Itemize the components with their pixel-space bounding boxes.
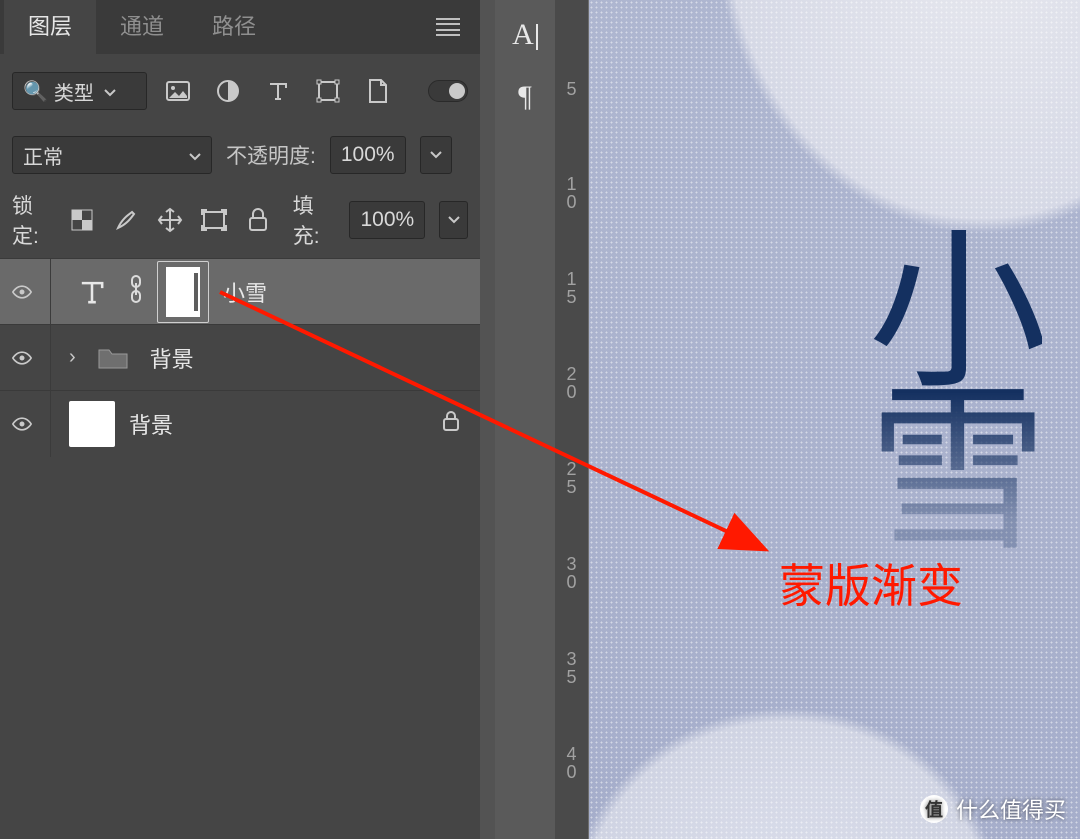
layer-filter-row: 🔍 类型 (0, 54, 480, 128)
link-icon (129, 274, 143, 309)
ruler-tick: 5 (555, 80, 588, 98)
blend-row: 正常 不透明度: 100% (0, 128, 480, 182)
ruler-tick: 40 (555, 745, 588, 781)
lock-icons (69, 207, 271, 233)
opacity-value: 100% (341, 143, 395, 167)
ruler-tick: 20 (555, 365, 588, 401)
pilcrow-icon[interactable]: ¶ (518, 80, 532, 114)
fill-label: 填充: (293, 190, 336, 250)
lock-transparency-icon[interactable] (69, 207, 95, 233)
filter-pixel-icon[interactable] (165, 78, 191, 104)
ruler-tick: 15 (555, 270, 588, 306)
filter-icons-row (165, 78, 391, 104)
panel-tab-bar: 图层 通道 路径 (0, 0, 480, 54)
layers-list: 小雪 › 背景 背景 (0, 258, 480, 839)
fill-stepper[interactable] (439, 201, 468, 239)
layer-row-bg[interactable]: 背景 (0, 390, 480, 456)
tab-paths[interactable]: 路径 (188, 0, 280, 54)
folder-icon (90, 335, 136, 381)
filter-type-select[interactable]: 🔍 类型 (12, 72, 147, 110)
filter-type-icon[interactable] (265, 78, 291, 104)
search-icon: 🔍 (23, 79, 48, 104)
layer-row-text[interactable]: 小雪 (0, 258, 480, 324)
chevron-down-icon (189, 144, 201, 167)
lock-label: 锁定: (12, 190, 55, 250)
canvas-text: 小 雪 (868, 230, 1042, 554)
lock-position-icon[interactable] (157, 207, 183, 233)
ruler-tick: 35 (555, 650, 588, 686)
chevron-down-icon (104, 80, 116, 103)
fill-value: 100% (360, 208, 414, 232)
layer-mask-thumb[interactable] (157, 261, 209, 323)
canvas-area: 5 10 15 20 25 30 35 40 小 雪 蒙版渐变 值 什么值得买 (555, 0, 1080, 839)
expand-toggle-icon[interactable]: › (69, 346, 76, 369)
annotation-text: 蒙版渐变 (779, 550, 963, 616)
ruler-tick: 25 (555, 460, 588, 496)
visibility-icon[interactable] (12, 416, 32, 432)
panel-menu-icon[interactable] (436, 18, 460, 36)
fill-input[interactable]: 100% (349, 201, 425, 239)
visibility-icon[interactable] (12, 284, 32, 300)
opacity-input[interactable]: 100% (330, 136, 406, 174)
vertical-ruler: 5 10 15 20 25 30 35 40 (555, 0, 589, 839)
visibility-icon[interactable] (12, 350, 32, 366)
filter-shape-icon[interactable] (315, 78, 341, 104)
layer-name: 背景 (129, 408, 173, 440)
blend-mode-value: 正常 (23, 141, 63, 170)
layer-row-group[interactable]: › 背景 (0, 324, 480, 390)
filter-type-label: 类型 (54, 77, 94, 106)
ruler-tick: 10 (555, 175, 588, 211)
lock-icon (442, 410, 460, 437)
lock-all-icon[interactable] (245, 207, 271, 233)
filter-adjustment-icon[interactable] (215, 78, 241, 104)
opacity-stepper[interactable] (420, 136, 452, 174)
watermark-text: 什么值得买 (956, 793, 1066, 825)
lock-pixels-icon[interactable] (113, 207, 139, 233)
ruler-tick: 30 (555, 555, 588, 591)
watermark: 值 什么值得买 (920, 793, 1066, 825)
opacity-label: 不透明度: (226, 140, 316, 170)
lock-row: 锁定: 填充: 100% (0, 182, 480, 258)
document-canvas[interactable]: 小 雪 蒙版渐变 值 什么值得买 (589, 0, 1080, 839)
layer-thumb (69, 401, 115, 447)
watermark-badge-icon: 值 (920, 795, 948, 823)
layer-name: 背景 (150, 342, 194, 374)
filter-smartobject-icon[interactable] (365, 78, 391, 104)
blend-mode-select[interactable]: 正常 (12, 136, 212, 174)
tab-channels[interactable]: 通道 (96, 0, 188, 54)
layer-name: 小雪 (223, 276, 267, 308)
tab-layers[interactable]: 图层 (4, 0, 96, 54)
layers-panel: 图层 通道 路径 🔍 类型 (0, 0, 480, 839)
layer-type-icon (69, 269, 115, 315)
tool-options-column: A ¶ (495, 0, 555, 839)
lock-artboard-icon[interactable] (201, 207, 227, 233)
text-tool-cursor-icon[interactable]: A (512, 18, 538, 52)
filter-toggle[interactable] (428, 80, 468, 102)
